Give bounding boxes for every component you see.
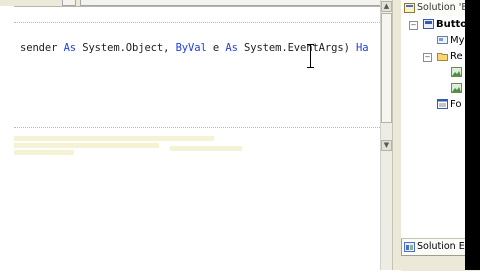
code-line[interactable]: sender As System.Object, ByVal e As Syst… bbox=[20, 42, 369, 54]
faded-code bbox=[170, 146, 242, 151]
method-separator bbox=[14, 22, 380, 23]
code-keyword: As bbox=[225, 42, 238, 54]
code-text: System.EventArgs) bbox=[237, 42, 357, 54]
editor-top-bar bbox=[0, 0, 382, 7]
image-icon bbox=[451, 67, 462, 77]
code-text: System.Object, bbox=[76, 42, 176, 54]
solution-tree[interactable]: − Buttor My − Re Fo bbox=[401, 16, 472, 238]
collapse-toggle[interactable]: − bbox=[423, 53, 432, 62]
class-dropdown-button[interactable] bbox=[62, 0, 76, 6]
project-icon bbox=[423, 19, 434, 29]
scroll-up-button[interactable]: ▲ bbox=[381, 1, 392, 12]
editor-margin bbox=[0, 6, 14, 270]
tree-item[interactable]: Fo bbox=[437, 97, 462, 112]
code-keyword: ByVal bbox=[175, 42, 207, 54]
faded-code bbox=[14, 150, 74, 155]
scroll-thumb[interactable] bbox=[381, 13, 392, 123]
tree-item-label: Fo bbox=[450, 99, 462, 110]
tree-item-label: Re bbox=[450, 51, 463, 62]
code-text: e bbox=[206, 42, 226, 54]
faded-code bbox=[14, 136, 214, 141]
form-icon bbox=[437, 99, 448, 109]
code-keyword: Ha bbox=[356, 42, 369, 54]
code-editor[interactable]: sender As System.Object, ByVal e As Syst… bbox=[0, 0, 382, 270]
my-project-icon bbox=[437, 35, 448, 45]
tree-item[interactable]: Re bbox=[437, 49, 463, 64]
tree-item[interactable] bbox=[451, 65, 464, 80]
tab-solution-explorer[interactable]: Solution Expl bbox=[401, 239, 473, 256]
solution-explorer-icon bbox=[404, 241, 415, 252]
method-separator bbox=[14, 127, 380, 128]
tree-item-label: My bbox=[450, 35, 465, 46]
method-dropdown[interactable] bbox=[80, 0, 382, 6]
scroll-down-button[interactable]: ▼ bbox=[381, 140, 392, 151]
code-text: sender bbox=[20, 42, 64, 54]
faded-code bbox=[14, 143, 159, 148]
code-keyword: As bbox=[63, 42, 77, 54]
folder-icon bbox=[437, 51, 448, 61]
solution-icon bbox=[404, 2, 415, 13]
collapse-toggle[interactable]: − bbox=[409, 21, 418, 30]
image-icon bbox=[451, 83, 462, 93]
text-cursor-icon bbox=[307, 44, 314, 68]
screen-edge bbox=[465, 0, 480, 270]
tree-item[interactable] bbox=[451, 81, 464, 96]
tree-item[interactable]: My bbox=[437, 33, 465, 48]
